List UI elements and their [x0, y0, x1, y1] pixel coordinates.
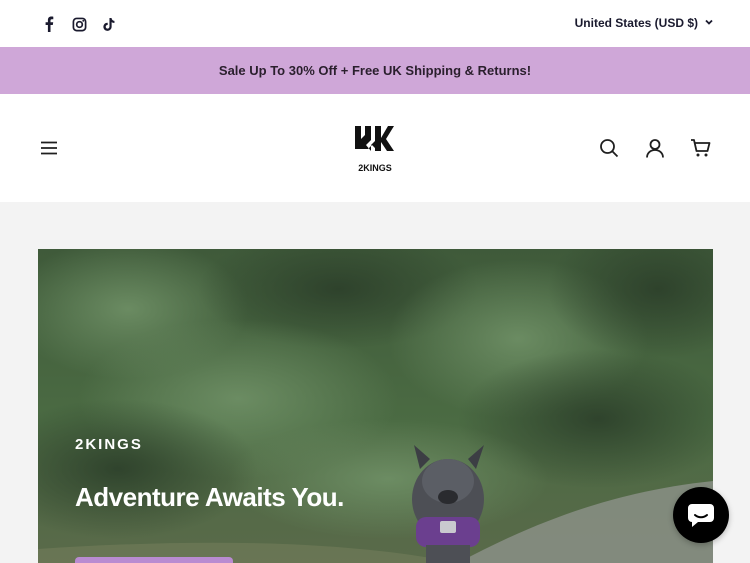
dog-figure: [412, 445, 484, 563]
site-header: 2KINGS: [0, 94, 750, 202]
hero-banner: 2KINGS Adventure Awaits You.: [38, 249, 713, 563]
top-bar: United States (USD $): [0, 0, 750, 47]
tiktok-link[interactable]: [99, 14, 119, 34]
instagram-link[interactable]: [69, 14, 89, 34]
tiktok-icon: [103, 17, 115, 31]
menu-button[interactable]: [37, 136, 61, 160]
facebook-link[interactable]: [39, 14, 59, 34]
cart-button[interactable]: [689, 136, 713, 160]
menu-icon: [41, 141, 57, 155]
2kings-logo: 2KINGS: [355, 126, 394, 173]
brand-logo[interactable]: 2KINGS: [352, 124, 398, 174]
hero-image: [38, 249, 713, 563]
search-button[interactable]: [597, 136, 621, 160]
hero-eyebrow: 2KINGS: [75, 436, 143, 453]
announcement-bar[interactable]: Sale Up To 30% Off + Free UK Shipping & …: [0, 47, 750, 94]
chat-bubble-icon: [688, 504, 714, 527]
account-icon: [646, 139, 664, 158]
chevron-down-icon[interactable]: [704, 17, 714, 27]
instagram-icon: [72, 17, 86, 31]
hero-title: Adventure Awaits You.: [75, 482, 344, 512]
currency-selector[interactable]: United States (USD $): [575, 16, 698, 30]
logo-text: 2KINGS: [358, 163, 392, 173]
search-icon: [600, 139, 619, 158]
facebook-icon: [45, 16, 54, 32]
chat-widget-button[interactable]: [673, 487, 729, 543]
hero-cta-button[interactable]: [75, 557, 233, 563]
account-button[interactable]: [643, 136, 667, 160]
announcement-text: Sale Up To 30% Off + Free UK Shipping & …: [218, 63, 532, 78]
cart-icon: [691, 139, 711, 157]
